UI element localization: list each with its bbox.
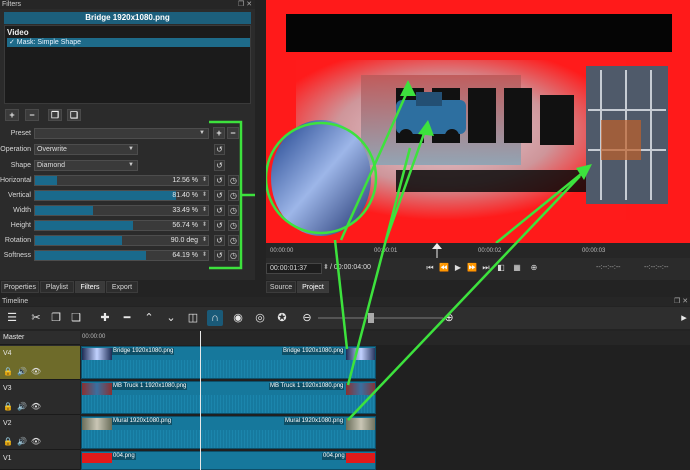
track-lock-mute-hide-icons[interactable]: 🔒🔊👁 [3, 402, 45, 411]
paste-filters-button[interactable]: ❑ [67, 109, 81, 121]
annotation-arrows [333, 147, 581, 421]
timeline-tracks[interactable]: 00:00:00 Bridge 1920x1080.png Bridge 192… [80, 147, 690, 470]
track-head-v1[interactable]: V1 [0, 451, 80, 470]
operation-value: Overwrite [37, 146, 67, 153]
track-lock-mute-hide-icons[interactable]: 🔒🔊👁 [3, 367, 45, 376]
param-label: Softness [3, 252, 31, 259]
track-lock-mute-hide-icons[interactable]: 🔒🔊👁 [3, 437, 45, 446]
tab-playlist[interactable]: Playlist [40, 281, 74, 293]
menu-icon[interactable]: ☰ [4, 310, 20, 326]
track-headers: Master V4 🔒🔊👁 V3 🔒🔊👁 V2 🔒🔊👁 V1 [0, 331, 80, 470]
track-head-master[interactable]: Master [0, 331, 80, 345]
preset-label: Preset [10, 130, 31, 137]
shape-value: Diamond [37, 162, 66, 169]
track-name: V2 [3, 420, 12, 427]
param-label: Horizontal [0, 177, 32, 184]
tab-properties[interactable]: Properties [1, 281, 39, 293]
track-head-v4[interactable]: V4 🔒🔊👁 [0, 346, 80, 380]
track-name: V1 [3, 455, 12, 462]
track-head-v3[interactable]: V3 🔒🔊👁 [0, 381, 80, 415]
remove-filter-button[interactable]: − [25, 109, 39, 121]
track-head-v2[interactable]: V2 🔒🔊👁 [0, 416, 80, 450]
shape-label: Shape [10, 162, 31, 169]
track-name: Master [3, 334, 25, 341]
operation-label: Operation [0, 146, 31, 153]
param-label: Height [10, 222, 31, 229]
copy-filters-button[interactable]: ❐ [48, 109, 62, 121]
param-label: Width [13, 207, 31, 214]
cut-icon[interactable]: ✂ [28, 310, 44, 326]
track-name: V4 [3, 350, 12, 357]
track-name: V3 [3, 385, 12, 392]
param-slider-fill [35, 176, 57, 185]
param-label: Vertical [8, 192, 31, 199]
add-filter-button[interactable]: + [5, 109, 19, 121]
copy-icon[interactable]: ❐ [48, 310, 64, 326]
param-label: Rotation [4, 237, 31, 244]
